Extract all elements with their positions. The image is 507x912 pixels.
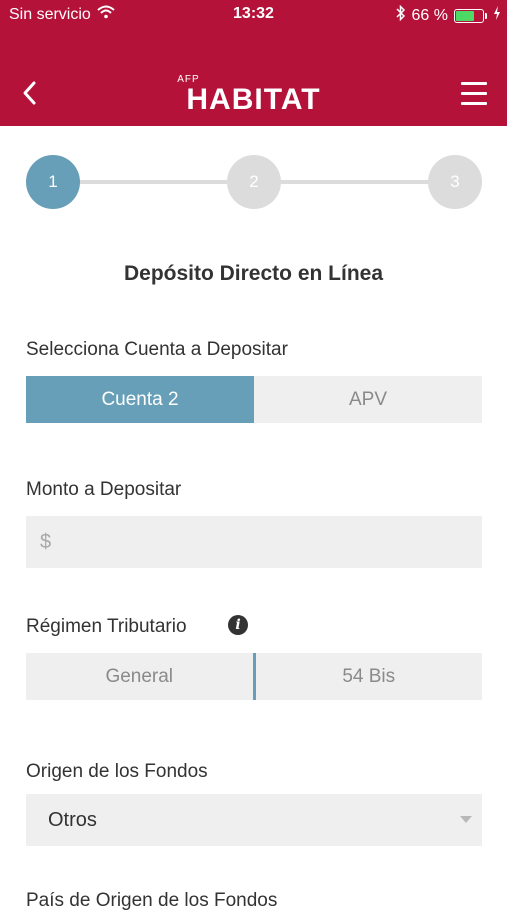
origin-label: Origen de los Fondos <box>26 761 208 782</box>
regime-selector: General 54 Bis <box>26 653 482 700</box>
bluetooth-icon <box>396 4 406 26</box>
amount-placeholder: $ <box>40 530 52 553</box>
hamburger-icon <box>461 82 487 105</box>
info-icon[interactable]: i <box>228 615 248 635</box>
account-option-cuenta-2[interactable]: Cuenta 2 <box>26 376 254 423</box>
account-label: Selecciona Cuenta a Depositar <box>26 339 288 360</box>
amount-label: Monto a Depositar <box>26 479 182 500</box>
step-3[interactable]: 3 <box>428 155 482 209</box>
brand-logo: AFP HABITAT <box>0 75 507 115</box>
step-connector <box>281 180 428 184</box>
charging-icon <box>493 6 501 25</box>
regime-label: Régimen Tributario <box>26 616 187 637</box>
amount-input[interactable]: $ <box>26 516 482 568</box>
step-2[interactable]: 2 <box>227 155 281 209</box>
step-1[interactable]: 1 <box>26 155 80 209</box>
battery-nub <box>485 12 487 19</box>
regime-option-54-bis[interactable]: 54 Bis <box>252 653 483 700</box>
status-bar: Sin servicio 13:32 66 % <box>0 0 507 30</box>
battery-level <box>456 10 475 21</box>
account-selector: Cuenta 2 APV <box>26 376 482 423</box>
app-header: Sin servicio 13:32 66 % AFP HABITAT <box>0 0 507 126</box>
nav-bar: AFP HABITAT <box>0 60 507 126</box>
regime-option-general[interactable]: General <box>26 653 253 700</box>
origin-select[interactable]: Otros <box>26 794 482 846</box>
account-option-apv[interactable]: APV <box>254 376 482 423</box>
progress-stepper: 1 2 3 <box>26 155 482 209</box>
menu-button[interactable] <box>461 82 487 108</box>
battery-percent: 66 % <box>411 6 448 24</box>
country-origin-label: País de Origen de los Fondos <box>26 890 278 911</box>
origin-value: Otros <box>48 808 97 831</box>
dropdown-caret-icon <box>460 816 472 823</box>
battery-icon <box>454 8 484 23</box>
page-title: Depósito Directo en Línea <box>123 262 384 285</box>
step-connector <box>80 180 227 184</box>
logo-main-text: HABITAT <box>186 83 321 116</box>
